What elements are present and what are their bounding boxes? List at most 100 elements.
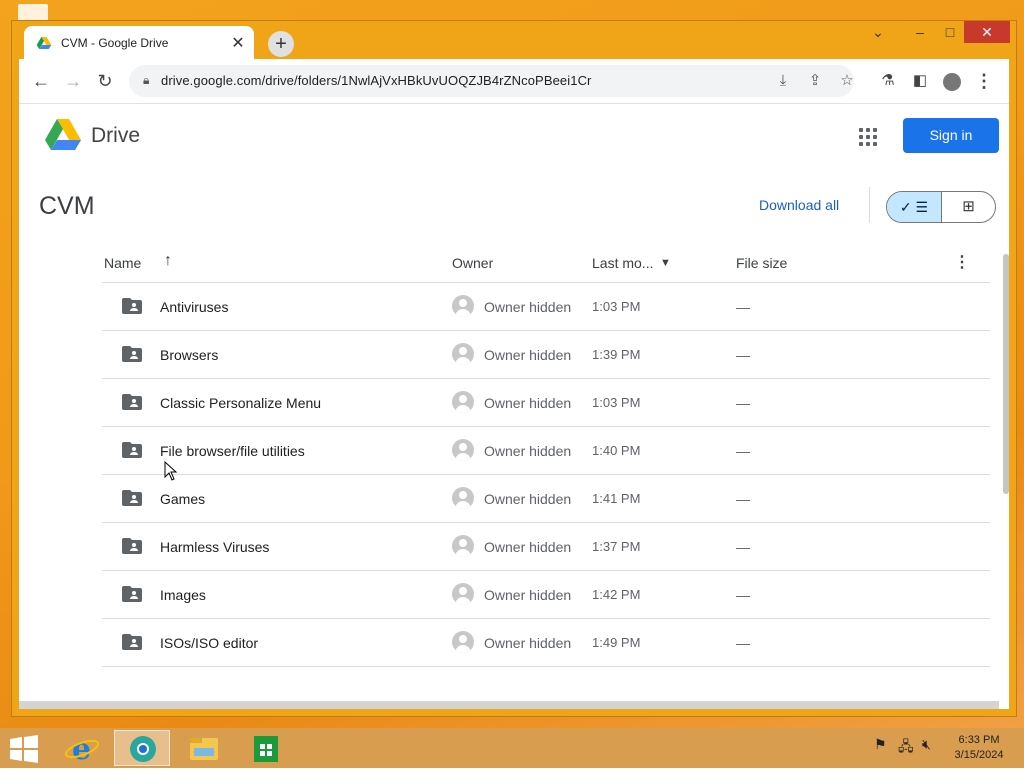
file-list: Name ↑ Owner Last mo... ▼ File size ⋮ An… — [102, 241, 990, 667]
last-modified: 1:03 PM — [592, 299, 641, 314]
column-last-modified[interactable]: Last mo... — [592, 255, 653, 271]
tab-bar: CVM - Google Drive ✕ + ⌄ – □ ✕ — [12, 21, 1016, 59]
lock-icon: 🔒︎ — [143, 73, 150, 87]
shared-folder-icon — [122, 490, 142, 506]
owner-name: Owner hidden — [484, 347, 572, 363]
shared-folder-icon — [122, 586, 142, 602]
shared-folder-icon — [122, 538, 142, 554]
owner-name: Owner hidden — [484, 635, 572, 651]
grid-view-button[interactable]: ⊞ — [942, 192, 995, 222]
file-name[interactable]: Classic Personalize Menu — [160, 395, 321, 411]
browser-tab[interactable]: CVM - Google Drive ✕ — [24, 26, 254, 59]
owner-avatar — [452, 295, 474, 317]
last-modified: 1:49 PM — [592, 635, 641, 650]
share-icon[interactable]: ⇪ — [803, 69, 827, 93]
minimize-button[interactable]: – — [906, 21, 934, 43]
clock-date: 3/15/2024 — [954, 749, 1004, 761]
mouse-cursor-icon — [164, 461, 178, 481]
owner-name: Owner hidden — [484, 491, 572, 507]
shared-folder-icon — [122, 346, 142, 362]
new-tab-button[interactable]: + — [268, 31, 294, 57]
tab-close-icon[interactable]: ✕ — [228, 33, 248, 53]
owner-avatar — [452, 343, 474, 365]
file-size: — — [736, 491, 750, 507]
table-row[interactable]: Images Owner hidden 1:42 PM — — [102, 571, 990, 619]
sign-in-button[interactable]: Sign in — [903, 118, 999, 153]
table-row[interactable]: Browsers Owner hidden 1:39 PM — — [102, 331, 990, 379]
browser-window: CVM - Google Drive ✕ + ⌄ – □ ✕ ← → ↻ 🔒︎ … — [11, 20, 1017, 717]
clock-time: 6:33 PM — [958, 734, 1000, 746]
more-options-icon[interactable]: ⋮ — [954, 252, 970, 272]
action-center-flag-icon[interactable]: ⚑ — [874, 736, 887, 753]
tab-search-icon[interactable]: ⌄ — [864, 21, 892, 43]
list-view-button[interactable]: ✓ ☰ — [887, 192, 942, 222]
google-drive-logo-icon — [45, 119, 81, 150]
table-row[interactable]: ISOs/ISO editor Owner hidden 1:49 PM — — [102, 619, 990, 667]
tab-title: CVM - Google Drive — [61, 35, 169, 50]
shared-folder-icon — [122, 634, 142, 650]
owner-name: Owner hidden — [484, 539, 572, 555]
owner-avatar — [452, 487, 474, 509]
owner-avatar — [452, 535, 474, 557]
table-row[interactable]: File browser/file utilities Owner hidden… — [102, 427, 990, 475]
table-row[interactable]: Classic Personalize Menu Owner hidden 1:… — [102, 379, 990, 427]
file-name[interactable]: Images — [160, 587, 206, 603]
file-size: — — [736, 587, 750, 603]
column-file-size: File size — [736, 255, 788, 271]
close-window-button[interactable]: ✕ — [964, 21, 1010, 43]
file-size: — — [736, 443, 750, 459]
file-explorer-icon[interactable] — [176, 730, 232, 766]
file-size: — — [736, 539, 750, 555]
file-list-header: Name ↑ Owner Last mo... ▼ File size ⋮ — [102, 241, 990, 283]
system-clock[interactable]: 6:33 PM 3/15/2024 — [944, 733, 1014, 763]
address-bar[interactable]: 🔒︎ drive.google.com/drive/folders/1NwlAj… — [129, 65, 854, 97]
reload-icon[interactable]: ↻ — [93, 69, 117, 93]
forward-arrow-icon[interactable]: → — [61, 69, 85, 93]
extensions-icon[interactable]: ⚗ — [876, 69, 900, 93]
toolbar-divider — [869, 187, 870, 223]
volume-muted-icon[interactable]: 🔇︎ — [922, 736, 931, 753]
maximize-button[interactable]: □ — [936, 21, 964, 43]
drive-brand: Drive — [91, 124, 141, 147]
horizontal-scrollbar[interactable] — [19, 701, 999, 709]
file-name[interactable]: Browsers — [160, 347, 218, 363]
side-panel-icon[interactable]: ◧ — [908, 69, 932, 93]
sort-ascending-icon[interactable]: ↑ — [164, 252, 172, 270]
file-size: — — [736, 635, 750, 651]
last-modified: 1:03 PM — [592, 395, 641, 410]
shared-folder-icon — [122, 442, 142, 458]
last-modified: 1:39 PM — [592, 347, 641, 362]
column-owner: Owner — [452, 255, 494, 271]
file-size: — — [736, 347, 750, 363]
file-name[interactable]: ISOs/ISO editor — [160, 635, 258, 651]
browser-menu-icon[interactable]: ⋮ — [972, 69, 996, 93]
file-name[interactable]: Games — [160, 491, 205, 507]
internet-explorer-icon[interactable]: e — [56, 730, 112, 767]
view-toggle: ✓ ☰ ⊞ — [886, 191, 996, 223]
chrome-taskbar-icon[interactable] — [114, 730, 170, 766]
windows-start-icon[interactable] — [10, 735, 38, 763]
sort-dropdown-icon[interactable]: ▼ — [660, 257, 671, 269]
network-icon[interactable]: 🖧︎ — [898, 736, 914, 760]
download-all-link[interactable]: Download all — [759, 197, 839, 213]
install-app-icon[interactable]: ⤓ — [771, 69, 795, 93]
file-name[interactable]: Harmless Viruses — [160, 539, 269, 555]
table-row[interactable]: Games Owner hidden 1:41 PM — — [102, 475, 990, 523]
taskbar: e ⚑ 🖧︎ 🔇︎ 6:33 PM 3/15/2024 — [0, 728, 1024, 768]
file-name[interactable]: Antiviruses — [160, 299, 228, 315]
column-name[interactable]: Name — [104, 255, 141, 271]
file-size: — — [736, 395, 750, 411]
google-apps-icon[interactable] — [859, 128, 877, 146]
profile-avatar-icon[interactable] — [940, 69, 964, 93]
url-text: drive.google.com/drive/folders/1NwlAjVxH… — [161, 73, 592, 88]
table-row[interactable]: Antiviruses Owner hidden 1:03 PM — — [102, 283, 990, 331]
store-icon[interactable] — [238, 730, 294, 766]
bookmark-star-icon[interactable]: ☆ — [835, 69, 859, 93]
vertical-scrollbar[interactable] — [1003, 254, 1009, 494]
file-name[interactable]: File browser/file utilities — [160, 443, 305, 459]
back-arrow-icon[interactable]: ← — [29, 69, 53, 93]
owner-name: Owner hidden — [484, 587, 572, 603]
table-row[interactable]: Harmless Viruses Owner hidden 1:37 PM — — [102, 523, 990, 571]
owner-avatar — [452, 631, 474, 653]
google-drive-favicon-icon — [36, 36, 52, 49]
